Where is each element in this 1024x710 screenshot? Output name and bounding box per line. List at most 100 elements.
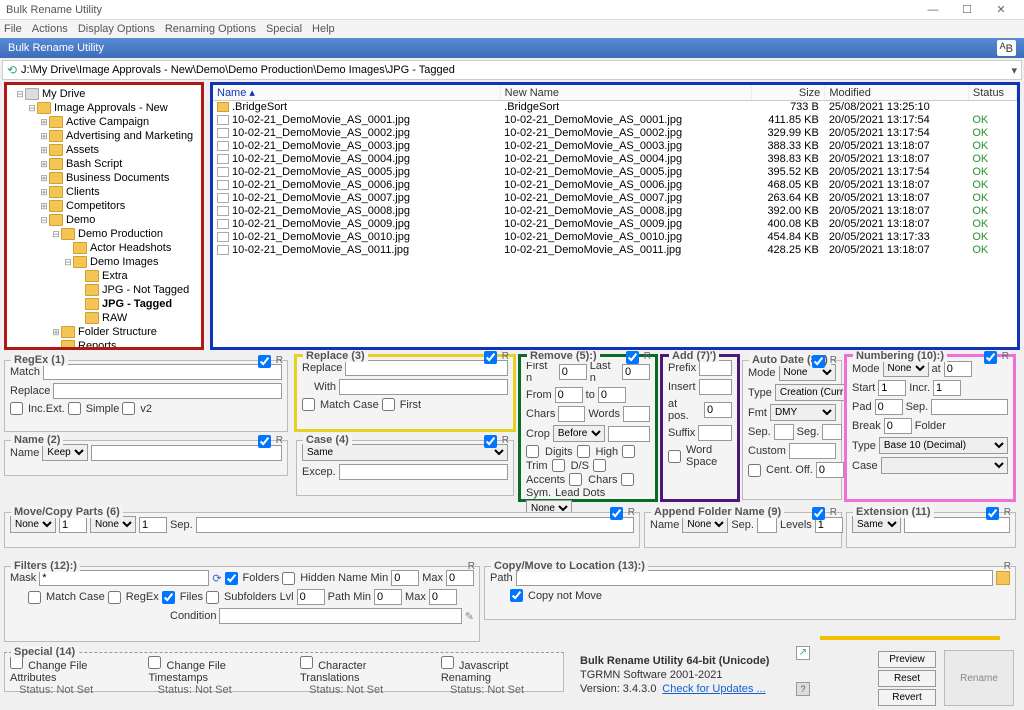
- name-value[interactable]: [91, 445, 282, 461]
- close-button[interactable]: ✕: [984, 1, 1018, 19]
- remove-chars[interactable]: [558, 406, 585, 422]
- replace-matchcase[interactable]: [302, 398, 315, 411]
- table-row[interactable]: 10-02-21_DemoMovie_AS_0010.jpg10-02-21_D…: [213, 231, 1017, 244]
- add-wordspace[interactable]: [668, 450, 681, 463]
- table-row[interactable]: 10-02-21_DemoMovie_AS_0007.jpg10-02-21_D…: [213, 192, 1017, 205]
- panel-replace: Replace (3) R Replace With Match Case Fi…: [294, 354, 516, 432]
- check-updates-link[interactable]: Check for Updates ...: [662, 683, 765, 695]
- filter-mask[interactable]: [39, 570, 209, 586]
- regex-match[interactable]: [43, 364, 282, 380]
- table-row[interactable]: 10-02-21_DemoMovie_AS_0002.jpg10-02-21_D…: [213, 127, 1017, 140]
- panel-autodate: Auto Date (8):) R ModeNone TypeCreation …: [742, 360, 842, 500]
- tree-item[interactable]: ⊞Folder Structure: [7, 325, 201, 339]
- menu-help[interactable]: Help: [312, 23, 335, 35]
- folder-tree[interactable]: ⊟My Drive⊟Image Approvals - New⊞Active C…: [4, 82, 204, 350]
- path-dropdown-icon[interactable]: ▾: [1011, 64, 1017, 77]
- table-row[interactable]: 10-02-21_DemoMovie_AS_0006.jpg10-02-21_D…: [213, 179, 1017, 192]
- browse-icon[interactable]: [996, 571, 1010, 585]
- tree-item[interactable]: Actor Headshots: [7, 241, 201, 255]
- name-mode[interactable]: Keep: [42, 444, 88, 461]
- window-title: Bulk Rename Utility: [6, 4, 916, 16]
- reset-button[interactable]: Reset: [878, 670, 936, 687]
- remove-crop[interactable]: Before: [553, 425, 605, 442]
- add-prefix[interactable]: [699, 360, 732, 376]
- replace-enable[interactable]: [484, 351, 497, 364]
- tree-item[interactable]: ⊞Assets: [7, 143, 201, 157]
- about-text: Bulk Rename Utility 64-bit (Unicode) TGR…: [580, 654, 769, 696]
- rename-button[interactable]: Rename: [944, 650, 1014, 706]
- table-row[interactable]: 10-02-21_DemoMovie_AS_0005.jpg10-02-21_D…: [213, 166, 1017, 179]
- nav-icon[interactable]: ↗: [796, 646, 810, 660]
- ab-icon[interactable]: AB: [997, 40, 1016, 56]
- tree-item[interactable]: Extra: [7, 269, 201, 283]
- menu-actions[interactable]: Actions: [32, 23, 68, 35]
- remove-from[interactable]: [555, 387, 583, 403]
- refresh-icon[interactable]: ⟳: [212, 572, 221, 585]
- tree-item[interactable]: ⊞Business Documents: [7, 171, 201, 185]
- panel-copymove: Copy/Move to Location (13):)R Path Copy …: [484, 566, 1016, 620]
- menu-special[interactable]: Special: [266, 23, 302, 35]
- add-suffix[interactable]: [698, 425, 732, 441]
- tree-item[interactable]: JPG - Not Tagged: [7, 283, 201, 297]
- revert-button[interactable]: Revert: [878, 689, 936, 706]
- tree-item[interactable]: ⊞Active Campaign: [7, 115, 201, 129]
- preview-button[interactable]: Preview: [878, 651, 936, 668]
- col-modified[interactable]: Modified: [825, 85, 969, 101]
- tree-item[interactable]: ⊞Bash Script: [7, 157, 201, 171]
- menubar: File Actions Display Options Renaming Op…: [0, 20, 1024, 38]
- table-row[interactable]: 10-02-21_DemoMovie_AS_0004.jpg10-02-21_D…: [213, 153, 1017, 166]
- regex-incext[interactable]: [10, 402, 23, 415]
- table-row[interactable]: .BridgeSort.BridgeSort733 B25/08/2021 13…: [213, 101, 1017, 115]
- remove-lastn[interactable]: [622, 364, 650, 380]
- remove-firstn[interactable]: [559, 364, 587, 380]
- replace-with[interactable]: [339, 379, 508, 395]
- case-excep[interactable]: [339, 464, 508, 480]
- table-row[interactable]: 10-02-21_DemoMovie_AS_0008.jpg10-02-21_D…: [213, 205, 1017, 218]
- add-insert[interactable]: [699, 379, 732, 395]
- table-row[interactable]: 10-02-21_DemoMovie_AS_0011.jpg10-02-21_D…: [213, 244, 1017, 257]
- menu-display[interactable]: Display Options: [78, 23, 155, 35]
- maximize-button[interactable]: ☐: [950, 1, 984, 19]
- case-enable[interactable]: [484, 435, 497, 448]
- tree-item[interactable]: Reports: [7, 339, 201, 350]
- table-row[interactable]: 10-02-21_DemoMovie_AS_0001.jpg10-02-21_D…: [213, 114, 1017, 127]
- menu-file[interactable]: File: [4, 23, 22, 35]
- col-status[interactable]: Status: [968, 85, 1016, 101]
- case-mode[interactable]: Same: [302, 444, 508, 461]
- tree-item[interactable]: ⊞Competitors: [7, 199, 201, 213]
- regex-replace[interactable]: [53, 383, 282, 399]
- tree-item[interactable]: JPG - Tagged: [7, 297, 201, 311]
- back-icon[interactable]: ⟲: [7, 63, 21, 77]
- tree-item[interactable]: ⊞Clients: [7, 185, 201, 199]
- menu-renaming[interactable]: Renaming Options: [165, 23, 256, 35]
- tree-item[interactable]: ⊞Advertising and Marketing: [7, 129, 201, 143]
- path-input[interactable]: [21, 64, 1011, 76]
- file-list[interactable]: Name ▴ New Name Size Modified Status .Br…: [210, 82, 1020, 350]
- table-row[interactable]: 10-02-21_DemoMovie_AS_0003.jpg10-02-21_D…: [213, 140, 1017, 153]
- panel-name: Name (2) R Name Keep: [4, 440, 288, 476]
- tree-item[interactable]: ⊟Demo Production: [7, 227, 201, 241]
- tree-item[interactable]: ⊟My Drive: [7, 87, 201, 101]
- remove-cropval[interactable]: [608, 426, 650, 442]
- copymove-path[interactable]: [516, 570, 993, 586]
- help-icon[interactable]: ?: [796, 682, 810, 696]
- tree-item[interactable]: ⊟Demo: [7, 213, 201, 227]
- col-size[interactable]: Size: [751, 85, 824, 101]
- regex-v2[interactable]: [122, 402, 135, 415]
- tree-item[interactable]: ⊟Demo Images: [7, 255, 201, 269]
- remove-enable[interactable]: [626, 351, 639, 364]
- replace-first[interactable]: [382, 398, 395, 411]
- remove-to[interactable]: [598, 387, 626, 403]
- tree-item[interactable]: ⊟Image Approvals - New: [7, 101, 201, 115]
- name-enable[interactable]: [258, 435, 271, 448]
- tree-item[interactable]: RAW: [7, 311, 201, 325]
- regex-enable[interactable]: [258, 355, 271, 368]
- col-newname[interactable]: New Name: [500, 85, 751, 101]
- remove-words[interactable]: [623, 406, 650, 422]
- add-atpos[interactable]: [704, 402, 732, 418]
- app-banner: Bulk Rename Utility AB: [0, 38, 1024, 58]
- table-row[interactable]: 10-02-21_DemoMovie_AS_0009.jpg10-02-21_D…: [213, 218, 1017, 231]
- minimize-button[interactable]: —: [916, 1, 950, 19]
- col-name[interactable]: Name ▴: [213, 85, 500, 101]
- regex-simple[interactable]: [68, 402, 81, 415]
